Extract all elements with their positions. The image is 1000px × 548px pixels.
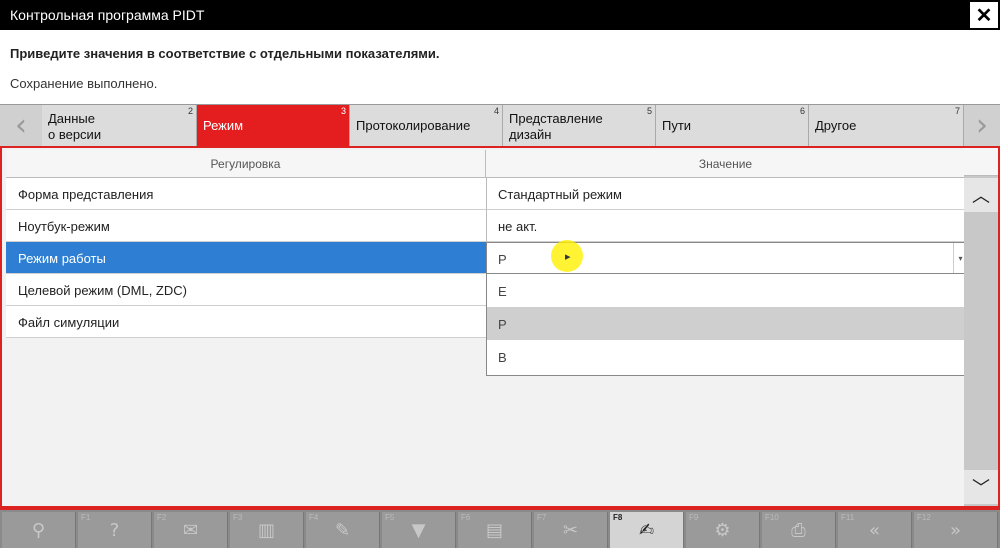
table-row[interactable]: Файл симуляции — [6, 306, 486, 338]
table-row[interactable]: Ноутбук-режим — [6, 210, 486, 242]
printer-icon: ⎙ — [791, 520, 806, 541]
close-icon: ✕ — [975, 4, 993, 27]
fkey-gear[interactable]: F9 ⚙ — [686, 512, 760, 548]
tab-number: 2 — [187, 106, 193, 116]
print-icon: ▤ — [485, 520, 503, 541]
tab-mode[interactable]: Режим 3 — [197, 105, 350, 146]
mode-select[interactable]: P ▸ ▾ — [486, 240, 968, 274]
notes-icon: ✍ — [638, 520, 655, 541]
forward-icon: » — [949, 520, 961, 541]
setting-label: Форма представления — [18, 187, 154, 202]
column-header-value[interactable]: Значение — [486, 150, 966, 178]
tab-number: 5 — [646, 106, 652, 116]
table-row-selected[interactable]: Режим работы — [6, 242, 486, 274]
status-message: Сохранение выполнено. — [10, 76, 158, 91]
tab-label: о версии — [48, 127, 102, 142]
fkey-search[interactable]: ⚲ — [2, 512, 76, 548]
tab-number: 4 — [493, 106, 499, 116]
value-text: не акт. — [498, 219, 538, 234]
tab-bar: ‹ Данные о версии 2 Режим 3 Протоколирова… — [0, 104, 1000, 146]
dropdown-option-highlighted[interactable]: P — [487, 307, 967, 340]
mail-icon: ✉ — [182, 520, 199, 541]
mode-dropdown-list: E P B — [486, 274, 968, 376]
value-cell[interactable]: Стандартный режим — [486, 178, 966, 210]
rewind-icon: « — [868, 520, 880, 541]
tab-presentation-design[interactable]: Представление дизайн 5 — [503, 105, 656, 146]
tab-other[interactable]: Другое 7 — [809, 105, 964, 146]
help-icon: ? — [109, 520, 120, 541]
search-icon: ⚲ — [31, 520, 46, 541]
edit-icon: ✎ — [334, 520, 351, 541]
function-key-bar: ⚲ F1? F2 ✉ F3 ▥ F4 ✎ F5 ▼ F6 ▤ F7 ✂ F8 ✍ F9 ⚙ F1… — [0, 508, 1000, 548]
window-title: Контрольная программа PIDT — [10, 7, 205, 23]
tab-number: 7 — [954, 106, 960, 116]
cursor-icon: ▸ — [565, 251, 571, 263]
fkey-notes[interactable]: F8 ✍ — [610, 512, 684, 548]
settings-panel: Регулировка Значение Форма представления… — [0, 146, 1000, 508]
chevron-left-icon: ‹ — [15, 108, 27, 143]
tab-label: Протоколирование — [356, 118, 471, 133]
dropdown-option[interactable]: B — [487, 340, 967, 373]
fkey-tools[interactable]: F7 ✂ — [534, 512, 608, 548]
tab-label: Другое — [815, 118, 857, 133]
fkey-help[interactable]: F1? — [78, 512, 152, 548]
tab-version-data[interactable]: Данные о версии 2 — [42, 105, 197, 146]
tab-label: Режим — [203, 118, 244, 133]
fkey-mail[interactable]: F2 ✉ — [154, 512, 228, 548]
fkey-rewind[interactable]: F11 « — [838, 512, 912, 548]
value-cell[interactable]: не акт. — [486, 210, 966, 242]
fkey-print[interactable]: F6 ▤ — [458, 512, 532, 548]
tab-logging[interactable]: Протоколирование 4 — [350, 105, 503, 146]
close-button[interactable]: ✕ — [968, 0, 1000, 30]
value-text: Стандартный режим — [498, 187, 622, 202]
select-value: P — [498, 252, 507, 267]
fkey-printer[interactable]: F10 ⎙ — [762, 512, 836, 548]
scrollbar-header — [964, 148, 998, 176]
fkey-chart[interactable]: F3 ▥ — [230, 512, 304, 548]
cursor-highlight: ▸ — [551, 240, 583, 272]
tab-paths[interactable]: Пути 6 — [656, 105, 809, 146]
tab-scroll-left-button[interactable]: ‹ — [0, 105, 42, 146]
chevron-up-icon: ︿ — [972, 186, 990, 207]
tab-label: дизайн — [509, 127, 552, 142]
tab-label: Пути — [662, 118, 692, 133]
scroll-down-button[interactable]: ﹀ — [964, 470, 998, 504]
dropdown-option[interactable]: E — [487, 274, 967, 307]
table-row[interactable]: Форма представления — [6, 178, 486, 210]
tab-label: Представление — [509, 111, 603, 126]
tab-label: Данные — [48, 111, 95, 126]
setting-label: Режим работы — [18, 251, 106, 266]
tab-number: 6 — [799, 106, 805, 116]
setting-label: Целевой режим (DML, ZDC) — [18, 283, 187, 298]
title-bar: Контрольная программа PIDT ✕ — [0, 0, 1000, 30]
fkey-edit[interactable]: F4 ✎ — [306, 512, 380, 548]
filter-icon: ▼ — [411, 520, 426, 541]
chevron-right-icon: › — [976, 108, 988, 143]
setting-label: Файл симуляции — [18, 315, 120, 330]
tab-number: 3 — [340, 106, 346, 116]
chart-icon: ▥ — [257, 520, 275, 541]
chevron-down-icon: ﹀ — [972, 478, 990, 499]
vertical-scrollbar[interactable]: ︿ ﹀ — [964, 176, 998, 506]
fkey-forward[interactable]: F12» — [914, 512, 998, 548]
instruction-message: Приведите значения в соответствие с отде… — [10, 46, 440, 61]
column-header-setting[interactable]: Регулировка — [6, 150, 486, 178]
setting-label: Ноутбук-режим — [18, 219, 110, 234]
gear-icon: ⚙ — [714, 520, 731, 541]
tools-icon: ✂ — [562, 520, 579, 541]
tab-scroll-right-button[interactable]: › — [964, 105, 1000, 146]
info-panel: Приведите значения в соответствие с отде… — [0, 30, 1000, 104]
scroll-up-button[interactable]: ︿ — [964, 178, 998, 212]
fkey-filter[interactable]: F5 ▼ — [382, 512, 456, 548]
table-row[interactable]: Целевой режим (DML, ZDC) — [6, 274, 486, 306]
